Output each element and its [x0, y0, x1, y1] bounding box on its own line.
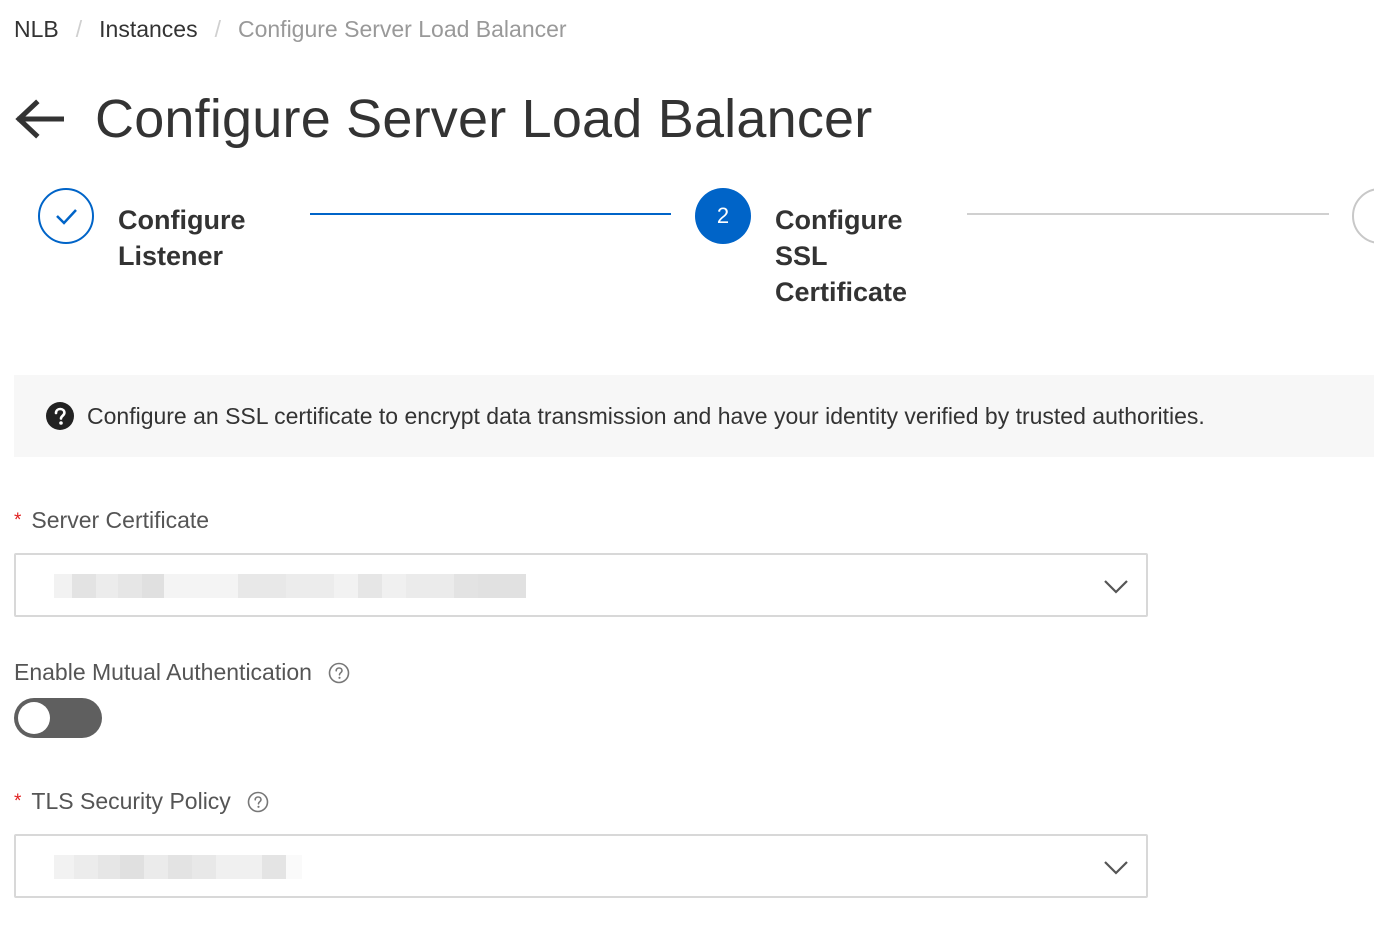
- server-certificate-label: * Server Certificate: [14, 507, 210, 533]
- step-connector-pending: [967, 213, 1329, 215]
- arrow-left-icon: [15, 99, 64, 139]
- required-asterisk: *: [14, 509, 22, 531]
- step-3-pending: [1352, 188, 1374, 244]
- page-header: Configure Server Load Balancer: [14, 84, 872, 154]
- tls-policy-select[interactable]: [14, 834, 1148, 898]
- mutual-auth-toggle[interactable]: [14, 698, 102, 738]
- required-asterisk: *: [14, 790, 22, 812]
- step-2-label: Configure SSL Certificate: [775, 205, 908, 307]
- tls-policy-value-redacted: [54, 854, 302, 880]
- page-title: Configure Server Load Balancer: [95, 89, 873, 149]
- tls-policy-label: * TLS Security Policy: [14, 788, 269, 815]
- back-button[interactable]: [14, 94, 64, 144]
- step-1-label: Configure Listener: [118, 205, 246, 271]
- server-certificate-value-redacted: [54, 573, 526, 599]
- breadcrumb-nlb[interactable]: NLB: [14, 16, 59, 43]
- breadcrumb: NLB / Instances / Configure Server Load …: [14, 14, 567, 44]
- breadcrumb-separator: /: [214, 15, 221, 42]
- check-icon: [56, 209, 77, 225]
- info-notice: Configure an SSL certificate to encrypt …: [14, 375, 1374, 457]
- question-circle-icon: [46, 402, 74, 430]
- step-1-done[interactable]: [38, 188, 94, 244]
- breadcrumb-current: Configure Server Load Balancer: [237, 15, 567, 42]
- help-circle-icon[interactable]: [328, 662, 350, 684]
- stepper: Configure Listener 2 Configure SSL Certi…: [0, 186, 1374, 316]
- step-connector-done: [310, 213, 671, 215]
- server-certificate-select[interactable]: [14, 553, 1148, 617]
- toggle-knob: [18, 702, 50, 734]
- breadcrumb-instances[interactable]: Instances: [99, 16, 197, 43]
- chevron-down-icon: [1104, 580, 1128, 594]
- step-2-active: 2: [695, 188, 751, 244]
- breadcrumb-separator: /: [75, 15, 83, 42]
- mutual-auth-label: Enable Mutual Authentication: [14, 659, 350, 686]
- chevron-down-icon: [1104, 861, 1128, 875]
- help-circle-icon[interactable]: [247, 791, 269, 813]
- notice-text: Configure an SSL certificate to encrypt …: [87, 402, 1205, 429]
